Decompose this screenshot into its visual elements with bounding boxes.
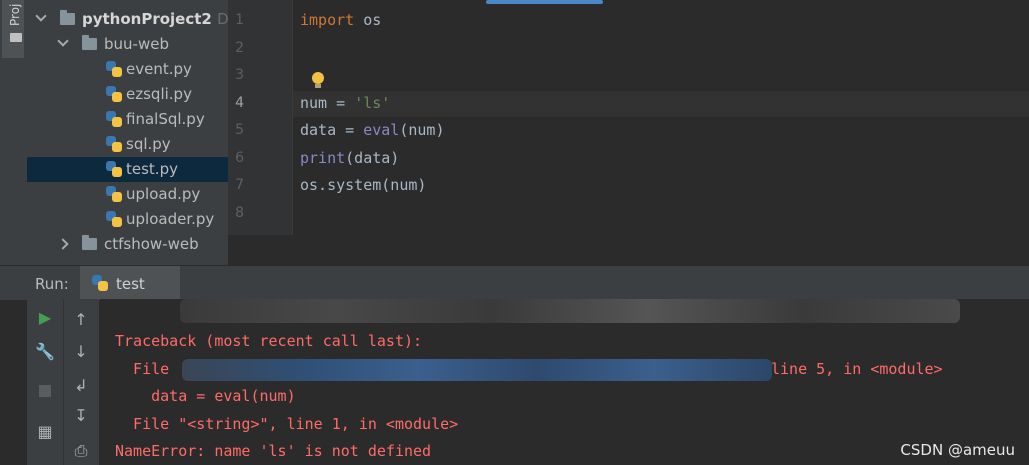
file-label: event.py — [126, 60, 192, 78]
arrow-down-icon[interactable]: ↓ — [69, 339, 93, 363]
keyword: import — [300, 11, 355, 29]
tool-window-strip-lower — [0, 60, 27, 265]
folder-label: buu-web — [104, 35, 169, 53]
run-panel-header: Run: test — [0, 265, 1029, 300]
tree-file-uploader[interactable]: uploader.py — [27, 207, 228, 232]
root-path: D:\ — [217, 10, 228, 28]
blurred-file-path — [182, 359, 772, 381]
folder-icon — [82, 35, 97, 50]
python-file-icon — [92, 275, 108, 292]
tree-root-row[interactable]: pythonProject2 D:\ — [27, 7, 228, 32]
python-file-icon — [106, 211, 122, 228]
gutter-divider — [292, 0, 293, 235]
line-number: 5 — [235, 122, 244, 138]
console-line: data = eval(num) — [115, 387, 296, 405]
soft-wrap-icon[interactable]: ↲ — [69, 373, 93, 397]
code-text: os — [354, 11, 382, 29]
file-label: ezsqli.py — [126, 85, 192, 103]
code-text: data = — [300, 121, 364, 139]
project-folder-icon — [10, 33, 22, 42]
arrow-up-icon[interactable]: ↑ — [69, 307, 93, 331]
tree-folder-buu-web[interactable]: buu-web — [27, 32, 228, 57]
code-line-6: print(data) — [300, 149, 399, 167]
folder-icon — [60, 10, 75, 25]
scroll-to-end-icon[interactable]: ↧ — [69, 403, 93, 427]
python-file-icon — [106, 111, 122, 128]
rerun-icon[interactable]: ▶ — [33, 305, 57, 329]
project-tree: pythonProject2 D:\ buu-web event.py ezsq… — [27, 0, 228, 265]
code-text: num = — [300, 94, 355, 112]
line-number: 2 — [235, 40, 244, 56]
blurred-output — [180, 299, 960, 323]
console-line: File — [115, 360, 170, 378]
console-line: line 5, in <module> — [771, 360, 943, 378]
tree-file-sql[interactable]: sql.py — [27, 132, 228, 157]
chevron-down-icon[interactable] — [35, 10, 47, 22]
file-label: sql.py — [126, 135, 171, 153]
file-label: upload.py — [126, 185, 201, 203]
wrench-icon[interactable]: 🔧 — [33, 339, 57, 363]
code-editor[interactable]: 1 2 3 4 5 6 7 8 import os num = 'ls' dat… — [228, 0, 1029, 235]
watermark: CSDN @ameuu — [900, 441, 1015, 459]
tree-file-finalsql[interactable]: finalSql.py — [27, 107, 228, 132]
python-file-icon — [106, 161, 122, 178]
code-line-5: data = eval(num) — [300, 121, 445, 139]
file-label: uploader.py — [126, 210, 215, 228]
line-number: 8 — [235, 205, 244, 221]
line-gutter: 1 2 3 4 5 6 7 8 — [228, 0, 292, 235]
line-number: 1 — [235, 12, 244, 28]
line-number: 4 — [235, 95, 244, 111]
code-text: os.system(num) — [300, 176, 427, 194]
code-text: (data) — [345, 149, 400, 167]
tree-file-test[interactable]: test.py — [27, 157, 228, 182]
line-number: 6 — [235, 150, 244, 166]
run-toolbar: ▶ 🔧 ▦ ↑ ↓ ↲ ↧ ⎙ — [27, 299, 99, 465]
code-text: (num) — [399, 121, 445, 139]
toolbar-divider — [63, 299, 64, 465]
python-file-icon — [106, 61, 122, 78]
lightbulb-icon[interactable] — [312, 72, 324, 88]
code-line-7: os.system(num) — [300, 176, 426, 194]
layout-icon[interactable]: ▦ — [33, 419, 57, 443]
run-tab-label: test — [116, 275, 145, 293]
project-tool-label: Proj — [8, 3, 22, 26]
file-label: finalSql.py — [126, 110, 205, 128]
string-literal: 'ls' — [354, 94, 391, 112]
folder-icon — [82, 235, 97, 250]
tree-file-upload[interactable]: upload.py — [27, 182, 228, 207]
console-output[interactable]: Traceback (most recent call last): File … — [100, 299, 1029, 465]
tree-file-event[interactable]: event.py — [27, 57, 228, 82]
builtin-function: print — [300, 149, 346, 167]
root-name: pythonProject2 — [82, 10, 212, 28]
line-number: 3 — [235, 67, 244, 83]
python-file-icon — [106, 136, 122, 153]
file-label: test.py — [126, 160, 178, 178]
builtin-function: eval — [363, 121, 400, 139]
chevron-down-icon[interactable] — [57, 35, 69, 47]
python-file-icon — [106, 86, 122, 103]
chevron-right-icon[interactable] — [57, 238, 69, 250]
tree-root-label: pythonProject2 D:\ — [82, 10, 228, 28]
folder-label: ctfshow-web — [104, 235, 199, 253]
tree-file-ezsqli[interactable]: ezsqli.py — [27, 82, 228, 107]
run-tab-test[interactable]: test — [80, 266, 180, 300]
project-tool-tab[interactable]: Proj — [2, 0, 24, 58]
tree-folder-ctfshow-web[interactable]: ctfshow-web — [27, 232, 228, 257]
python-file-icon — [106, 186, 122, 203]
code-line-4: num = 'ls' — [300, 94, 390, 112]
console-line: NameError: name 'ls' is not defined — [115, 442, 432, 460]
stop-icon[interactable] — [33, 379, 57, 403]
console-line: File "<string>", line 1, in <module> — [115, 415, 459, 433]
line-number: 7 — [235, 177, 244, 193]
editor-scroll-indicator — [486, 0, 603, 4]
console-line: Traceback (most recent call last): — [115, 332, 423, 350]
tool-window-strip: Proj — [0, 0, 28, 60]
print-icon[interactable]: ⎙ — [69, 439, 93, 463]
code-line-1: import os — [300, 11, 381, 29]
run-label: Run: — [35, 275, 69, 293]
